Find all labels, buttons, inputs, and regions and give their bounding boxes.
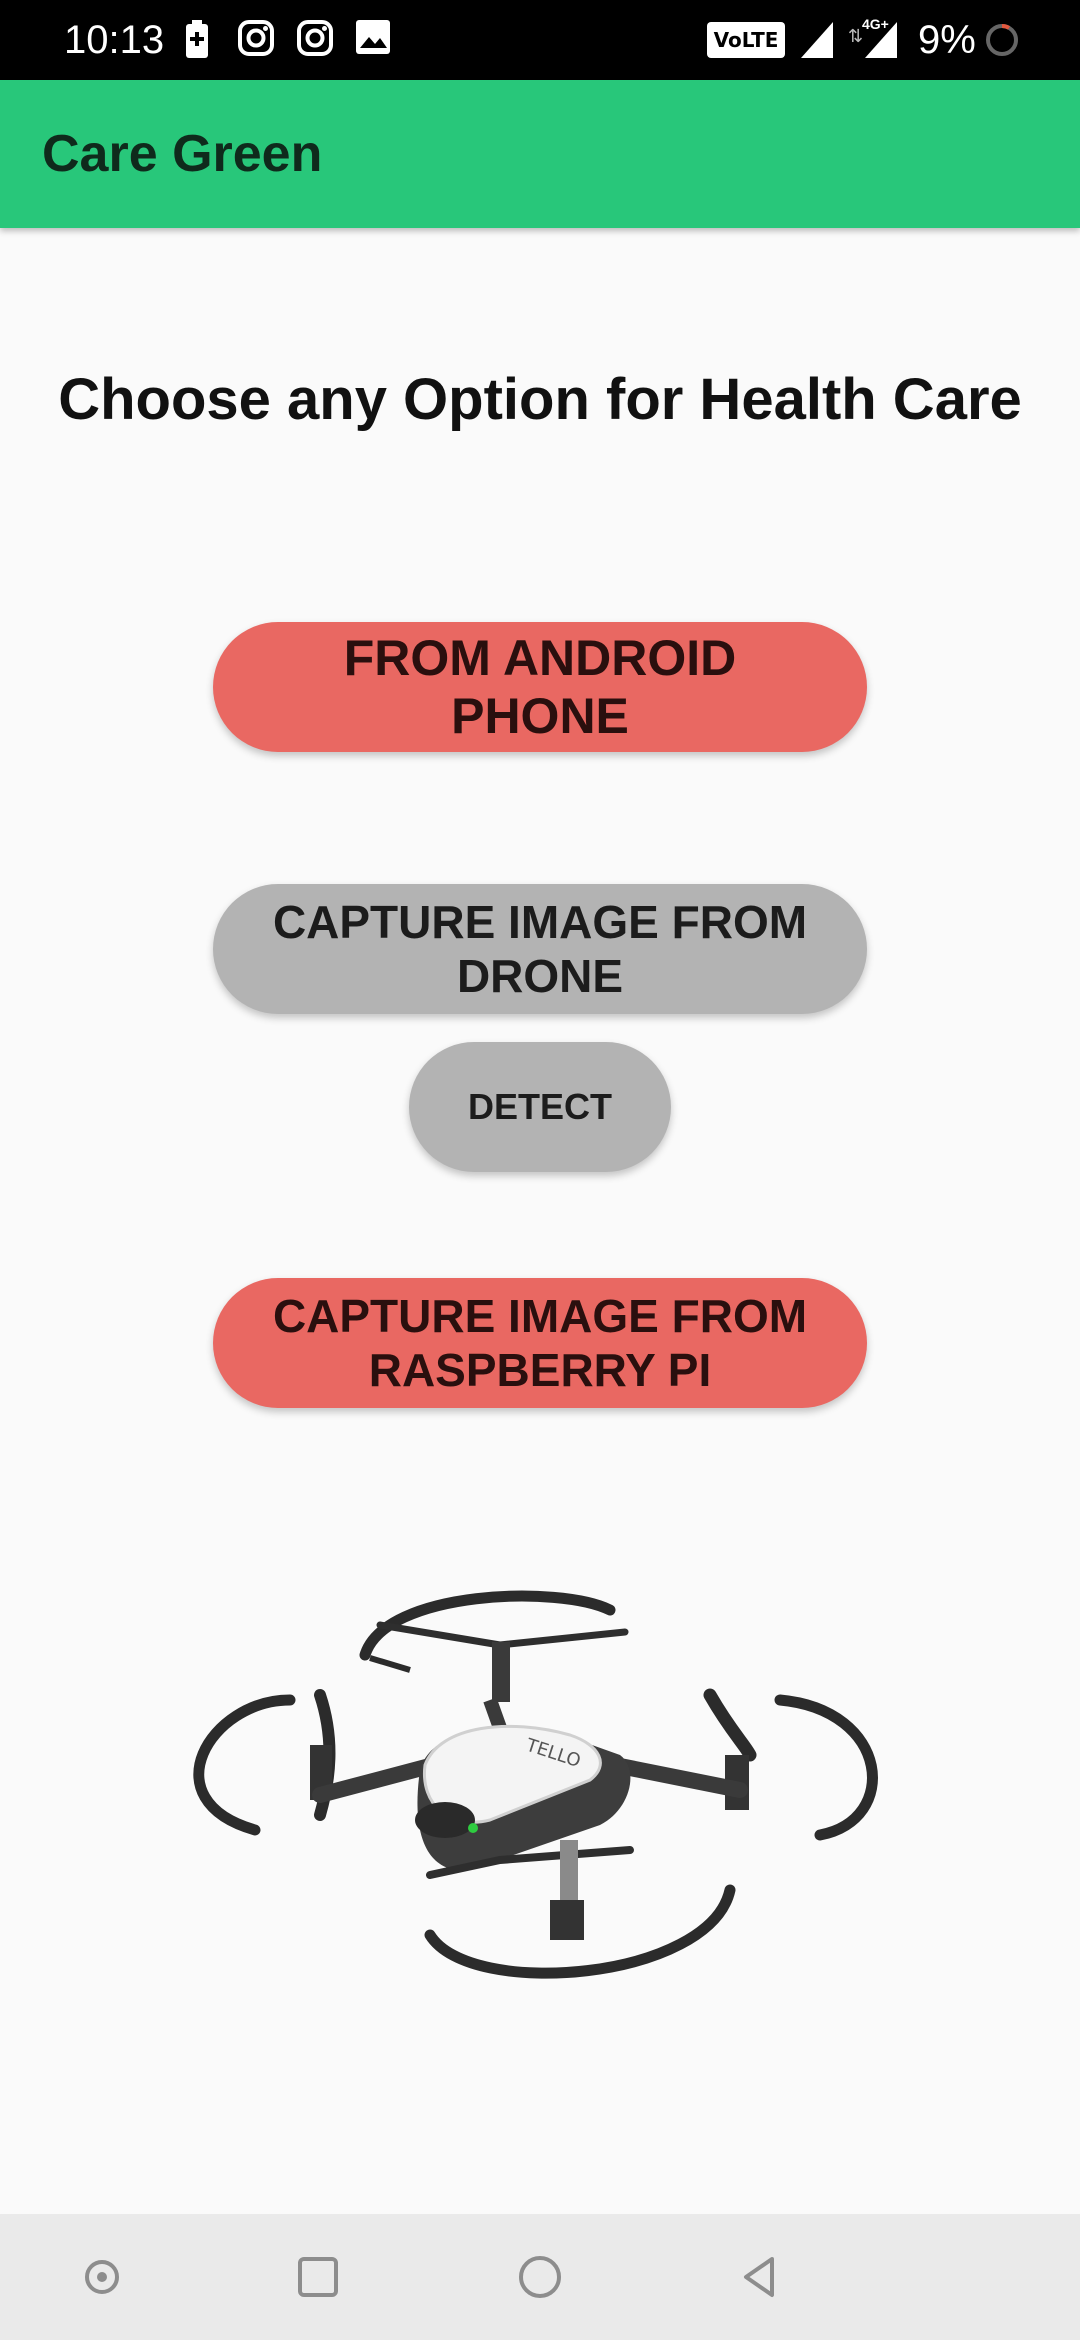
instagram-icon [297, 20, 333, 56]
instagram-icon [238, 20, 274, 56]
capture-from-drone-button[interactable]: CAPTURE IMAGE FROM DRONE [213, 884, 867, 1014]
status-time: 10:13 [64, 18, 165, 62]
status-bar: 10:13 VoLTE ⇅ 4G+ 9% [0, 0, 1080, 80]
signal-arrows-icon: ⇅ [848, 26, 864, 46]
battery-charging-icon [186, 20, 208, 58]
detect-button[interactable]: DETECT [409, 1042, 671, 1172]
screenshot-dot-icon[interactable] [74, 2249, 130, 2305]
battery-ring-icon [986, 24, 1018, 56]
page-heading: Choose any Option for Health Care [58, 367, 1022, 432]
back-triangle-icon[interactable] [734, 2249, 790, 2305]
signal-4g-icon [865, 22, 897, 58]
battery-percent: 9% [918, 18, 976, 62]
recents-square-icon[interactable] [290, 2249, 346, 2305]
capture-from-raspberry-pi-button[interactable]: CAPTURE IMAGE FROM RASPBERRY PI [213, 1278, 867, 1408]
signal-icon [801, 22, 833, 58]
from-android-phone-button[interactable]: FROM ANDROID PHONE [213, 622, 867, 752]
navigation-bar [0, 2214, 1080, 2340]
volte-badge: VoLTE [707, 22, 785, 58]
drone-image: TELLO [193, 1590, 878, 1979]
home-circle-icon[interactable] [512, 2249, 568, 2305]
app-title: Care Green [42, 125, 323, 183]
app-bar: Care Green [0, 80, 1080, 228]
image-icon [356, 20, 390, 54]
